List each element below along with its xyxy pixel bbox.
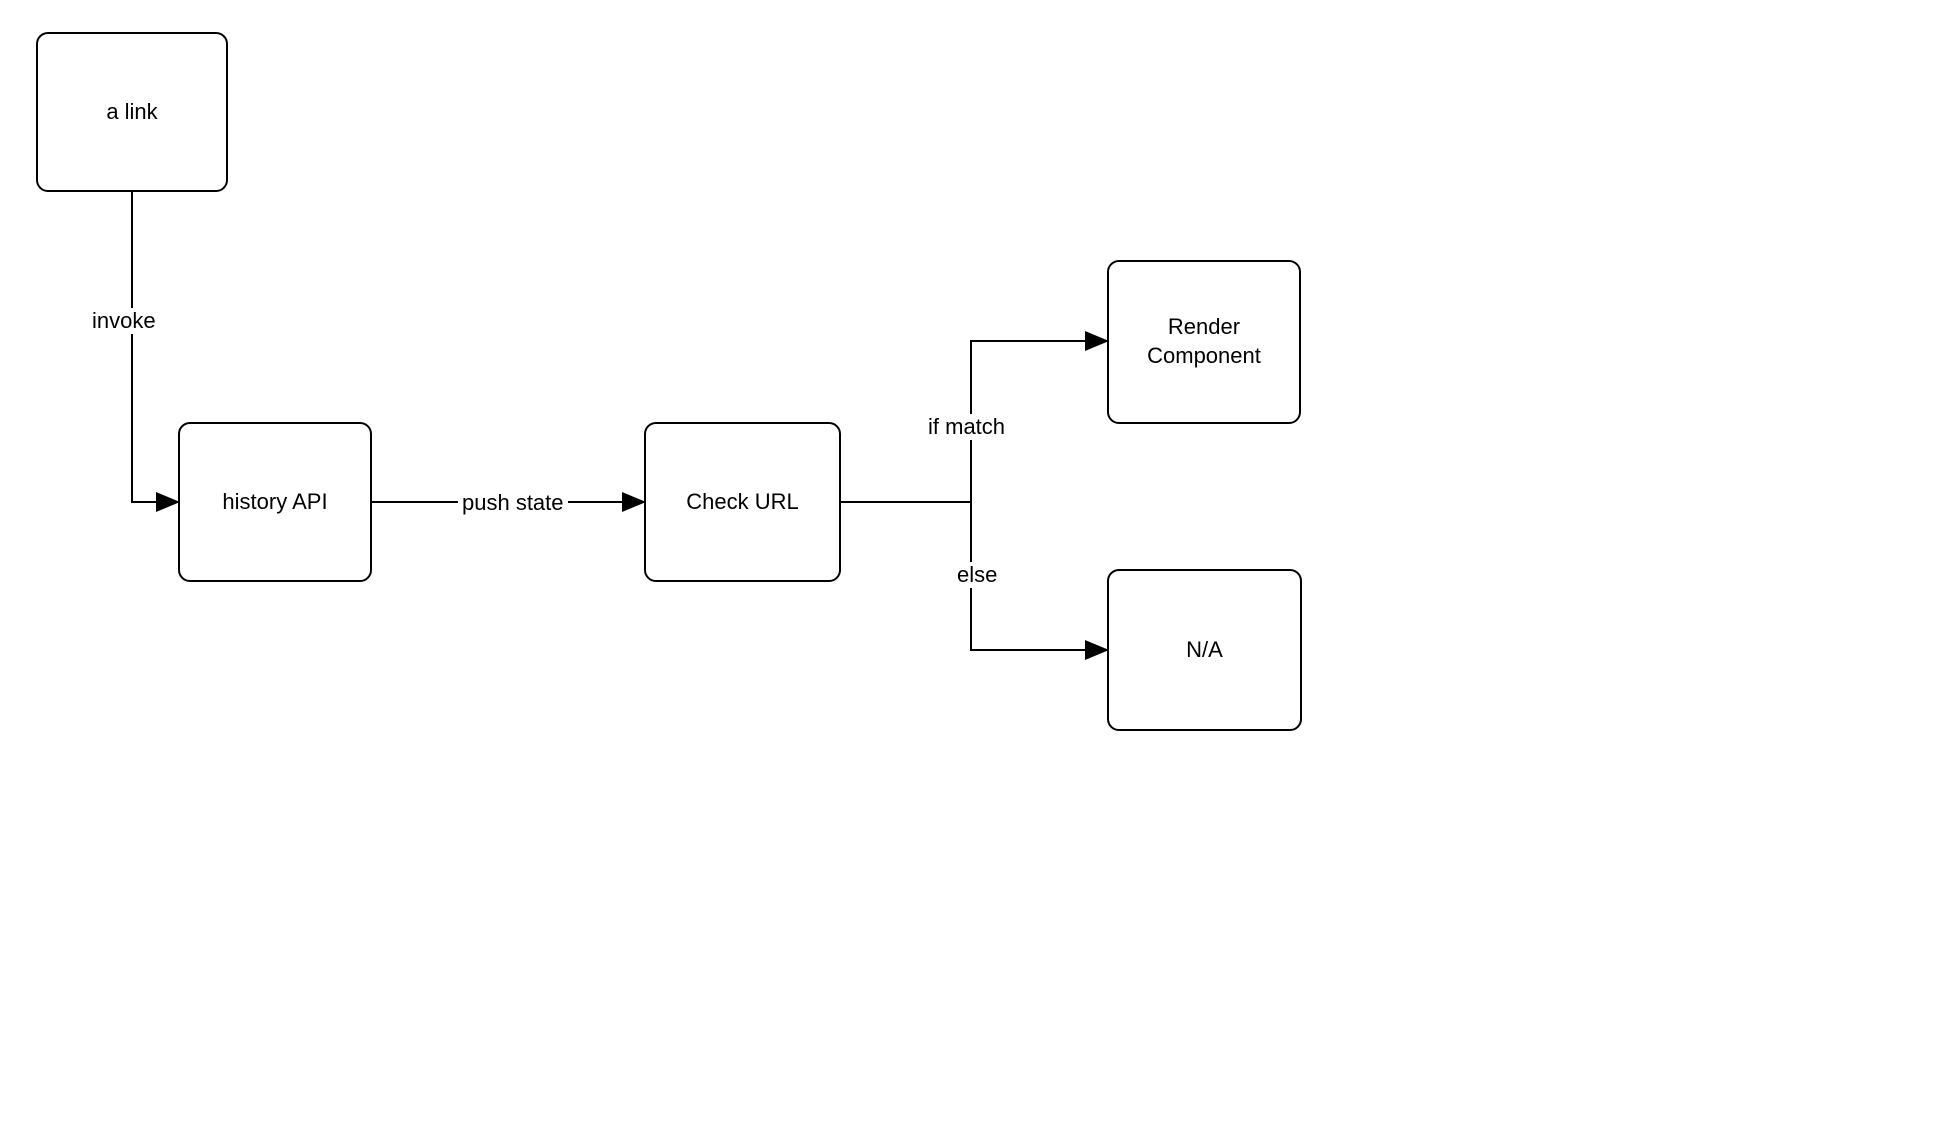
node-label: N/A: [1186, 636, 1223, 665]
node-label: Check URL: [686, 488, 798, 517]
node-render-component: Render Component: [1107, 260, 1301, 424]
node-label: history API: [222, 488, 327, 517]
node-check-url: Check URL: [644, 422, 841, 582]
node-na: N/A: [1107, 569, 1302, 731]
edge-text: push state: [462, 490, 564, 515]
node-a-link: a link: [36, 32, 228, 192]
edge-text: if match: [928, 414, 1005, 439]
node-history-api: history API: [178, 422, 372, 582]
edge-label-else: else: [953, 562, 1001, 588]
node-label: Render Component: [1147, 313, 1261, 370]
edge-text: invoke: [92, 308, 156, 333]
node-label: a link: [106, 98, 157, 127]
edge-label-push-state: push state: [458, 490, 568, 516]
edge-text: else: [957, 562, 997, 587]
edge-label-if-match: if match: [924, 414, 1009, 440]
edge-label-invoke: invoke: [88, 308, 160, 334]
